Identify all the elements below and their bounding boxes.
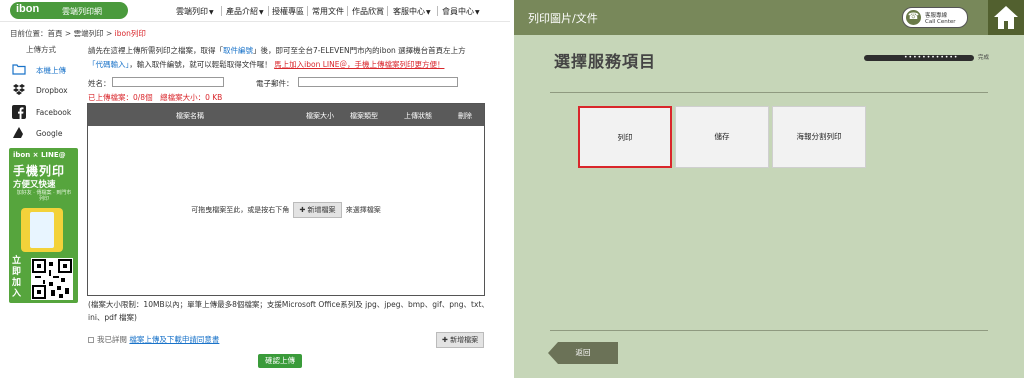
nav-divider: [221, 6, 222, 16]
divider: [550, 330, 988, 331]
breadcrumb-home[interactable]: 首頁: [48, 29, 63, 38]
breadcrumb-current: ibon列印: [114, 29, 146, 38]
google-icon: [13, 127, 23, 138]
breadcrumb-cloud-print[interactable]: 雲端列印: [74, 29, 104, 38]
call-center-button[interactable]: ☎ 客服專線 Call Center: [902, 7, 968, 28]
ibon-kiosk-panel: 列印圖片/文件 ☎ 客服專線 Call Center 選擇服務項目 ••••••…: [514, 0, 1024, 378]
dropbox-icon: [13, 84, 25, 95]
nav-divider: [387, 6, 388, 16]
agree-checkbox[interactable]: [88, 337, 94, 343]
folder-icon: [12, 64, 26, 75]
nav-license[interactable]: 授權專區: [272, 6, 304, 18]
breadcrumb-prefix: 目前位置：: [10, 29, 48, 38]
qr-code-icon: [31, 258, 73, 300]
side-item-label: Facebook: [36, 108, 72, 117]
page-title: 選擇服務項目: [554, 52, 657, 71]
nav-cloud-print[interactable]: 雲端列印▼: [176, 6, 214, 18]
col-delete: 刪除: [458, 112, 472, 120]
confirm-upload-button[interactable]: 確認上傳: [258, 354, 302, 368]
kiosk-header: 列印圖片/文件 ☎ 客服專線 Call Center: [514, 0, 1024, 35]
back-button[interactable]: 返回: [548, 342, 618, 364]
file-limit-note: (檔案大小限制：10MB以內；單筆上傳最多8個檔案；支援Microsoft Of…: [88, 300, 489, 322]
nav-divider: [437, 6, 438, 16]
divider: [550, 92, 988, 93]
nav-divider: [347, 6, 348, 16]
col-file-name: 檔案名稱: [176, 112, 204, 120]
col-file-type: 檔案類型: [350, 112, 378, 120]
kiosk-header-title: 列印圖片/文件: [528, 12, 598, 25]
upload-stats: 已上傳檔案：0/8個 總檔案大小：0 KB: [88, 93, 223, 102]
add-file-button[interactable]: ✚ 新增檔案: [436, 332, 485, 348]
home-icon: [994, 6, 1018, 29]
side-item-facebook[interactable]: Facebook: [12, 105, 86, 121]
service-save-button[interactable]: 儲存: [675, 106, 769, 168]
call-center-sublabel: Call Center: [925, 19, 956, 25]
col-upload-status: 上傳狀態: [404, 112, 432, 120]
name-label: 姓名：: [88, 79, 111, 88]
nav-divider: [268, 6, 269, 16]
upload-instructions: 請先在這裡上傳所需列印之檔案，取得「取件編號」後，即可至全台7-ELEVEN門市…: [88, 46, 466, 69]
nav-support[interactable]: 客服中心▼: [393, 6, 431, 18]
ibon-logo[interactable]: ibon 雲端列印網: [10, 2, 128, 19]
progress-label: 完成: [978, 55, 990, 61]
nav-gallery[interactable]: 作品欣賞: [352, 6, 384, 18]
phone-icon: ☎: [906, 10, 921, 25]
side-item-label: Dropbox: [36, 86, 68, 95]
service-poster-print-button[interactable]: 海報分割列印: [772, 106, 866, 168]
top-navigation-bar: ibon 雲端列印網 雲端列印▼ 產品介紹▼ 授權專區 常用文件 作品欣賞 客服…: [0, 0, 510, 22]
breadcrumb: 目前位置：首頁 > 雲端列印 > ibon列印: [10, 29, 146, 38]
side-item-label: Google: [36, 129, 63, 138]
nav-documents[interactable]: 常用文件: [312, 6, 344, 18]
side-item-local-upload[interactable]: 本機上傳: [12, 62, 86, 78]
phone-illustration-icon: [21, 208, 63, 252]
nav-products[interactable]: 產品介紹▼: [226, 6, 264, 18]
logo-subtitle: 雲端列印網: [62, 7, 102, 16]
progress-bar: ••••••••••••: [864, 55, 974, 61]
email-label: 電子郵件：: [256, 79, 294, 88]
name-input[interactable]: [112, 77, 224, 87]
banner-brand: ibon × LINE@: [13, 151, 66, 159]
banner-steps: 加好友 · 傳檔案 · 到門市列印: [16, 190, 72, 202]
banner-join-text: 立即加入: [12, 256, 22, 299]
home-button[interactable]: [988, 0, 1024, 35]
side-item-google[interactable]: Google: [12, 126, 86, 142]
agreement-row: 我已詳閱 檔案上傳及下載申請同意書: [88, 334, 219, 345]
col-file-size: 檔案大小: [306, 112, 334, 120]
inline-add-file-button[interactable]: ✚ 新增檔案: [293, 202, 342, 218]
table-header: 檔案名稱 檔案大小 檔案類型 上傳狀態 刪除: [88, 104, 484, 126]
nav-divider: [307, 6, 308, 16]
drop-zone-hint: 可拖曳檔案至此，或是按右下角 ✚ 新增檔案 來選擇檔案: [88, 202, 484, 218]
line-join-link[interactable]: 馬上加入ibon LINE＠，手機上傳檔案列印更方便！: [274, 60, 444, 69]
upload-method-title: 上傳方式: [26, 45, 56, 54]
pickup-number-text: 取件編號: [223, 46, 253, 55]
nav-member[interactable]: 會員中心▼: [442, 6, 480, 18]
logo-word: ibon: [16, 3, 40, 15]
file-upload-table[interactable]: 檔案名稱 檔案大小 檔案類型 上傳狀態 刪除 可拖曳檔案至此，或是按右下角 ✚ …: [87, 103, 485, 296]
banner-subheadline: 方便又快速: [13, 180, 56, 190]
banner-headline: 手機列印: [13, 164, 66, 178]
call-center-label: 客服專線: [925, 13, 948, 19]
ibon-web-panel: ibon 雲端列印網 雲端列印▼ 產品介紹▼ 授權專區 常用文件 作品欣賞 客服…: [0, 0, 510, 378]
facebook-icon: [12, 105, 26, 119]
email-input[interactable]: [298, 77, 458, 87]
agreement-link[interactable]: 檔案上傳及下載申請同意書: [129, 335, 219, 344]
code-input-text: 「代碼輸入」: [88, 60, 130, 69]
side-item-dropbox[interactable]: Dropbox: [12, 83, 86, 99]
line-promo-banner[interactable]: ibon × LINE@ 手機列印 方便又快速 加好友 · 傳檔案 · 到門市列…: [9, 148, 78, 303]
service-print-button[interactable]: 列印: [578, 106, 672, 168]
side-item-label: 本機上傳: [36, 66, 66, 75]
